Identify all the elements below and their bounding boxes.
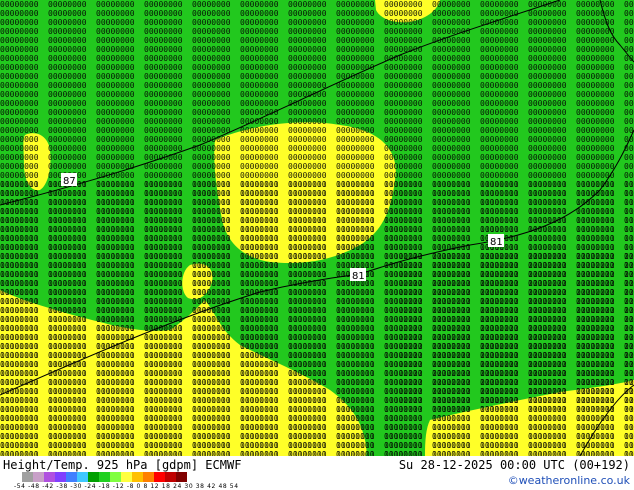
legend-swatch bbox=[88, 472, 99, 482]
forecast-datetime: Su 28-12-2025 00:00 UTC (00+192) bbox=[398, 458, 630, 472]
legend-tick-labels: -54 -48 -42 -38 -30 -24 -18 -12 -8 0 8 1… bbox=[14, 483, 239, 490]
color-legend: -54 -48 -42 -38 -30 -24 -18 -12 -8 0 8 1… bbox=[0, 472, 300, 490]
legend-swatch bbox=[110, 472, 121, 482]
legend-swatch bbox=[143, 472, 154, 482]
contour-label-81-right: 81 bbox=[488, 234, 504, 248]
map-footer: Height/Temp. 925 hPa [gdpm] ECMWF Su 28-… bbox=[0, 456, 634, 490]
contour-label-87: 87 bbox=[61, 173, 77, 187]
legend-swatch bbox=[33, 472, 44, 482]
legend-swatch bbox=[99, 472, 110, 482]
weather-map: 00000000 11111111 22222222 bbox=[0, 0, 634, 456]
legend-swatch bbox=[132, 472, 143, 482]
svg-text:87: 87 bbox=[63, 176, 76, 187]
svg-text:81: 81 bbox=[490, 237, 503, 248]
legend-swatch bbox=[22, 472, 33, 482]
legend-swatch bbox=[121, 472, 132, 482]
map-title: Height/Temp. 925 hPa [gdpm] ECMWF bbox=[3, 458, 242, 472]
svg-text:81: 81 bbox=[352, 271, 365, 282]
site-credit-link[interactable]: ©weatheronline.co.uk bbox=[508, 474, 630, 487]
legend-swatch bbox=[165, 472, 176, 482]
legend-swatch bbox=[55, 472, 66, 482]
legend-swatch bbox=[44, 472, 55, 482]
legend-swatch bbox=[176, 472, 187, 482]
legend-swatch bbox=[154, 472, 165, 482]
legend-color-bar bbox=[22, 472, 187, 482]
contour-label-81-center: 81 bbox=[350, 268, 366, 282]
legend-swatch bbox=[66, 472, 77, 482]
map-canvas: 00000000 11111111 22222222 bbox=[0, 0, 634, 456]
digit-grid-two bbox=[400, 250, 634, 410]
legend-swatch bbox=[77, 472, 88, 482]
